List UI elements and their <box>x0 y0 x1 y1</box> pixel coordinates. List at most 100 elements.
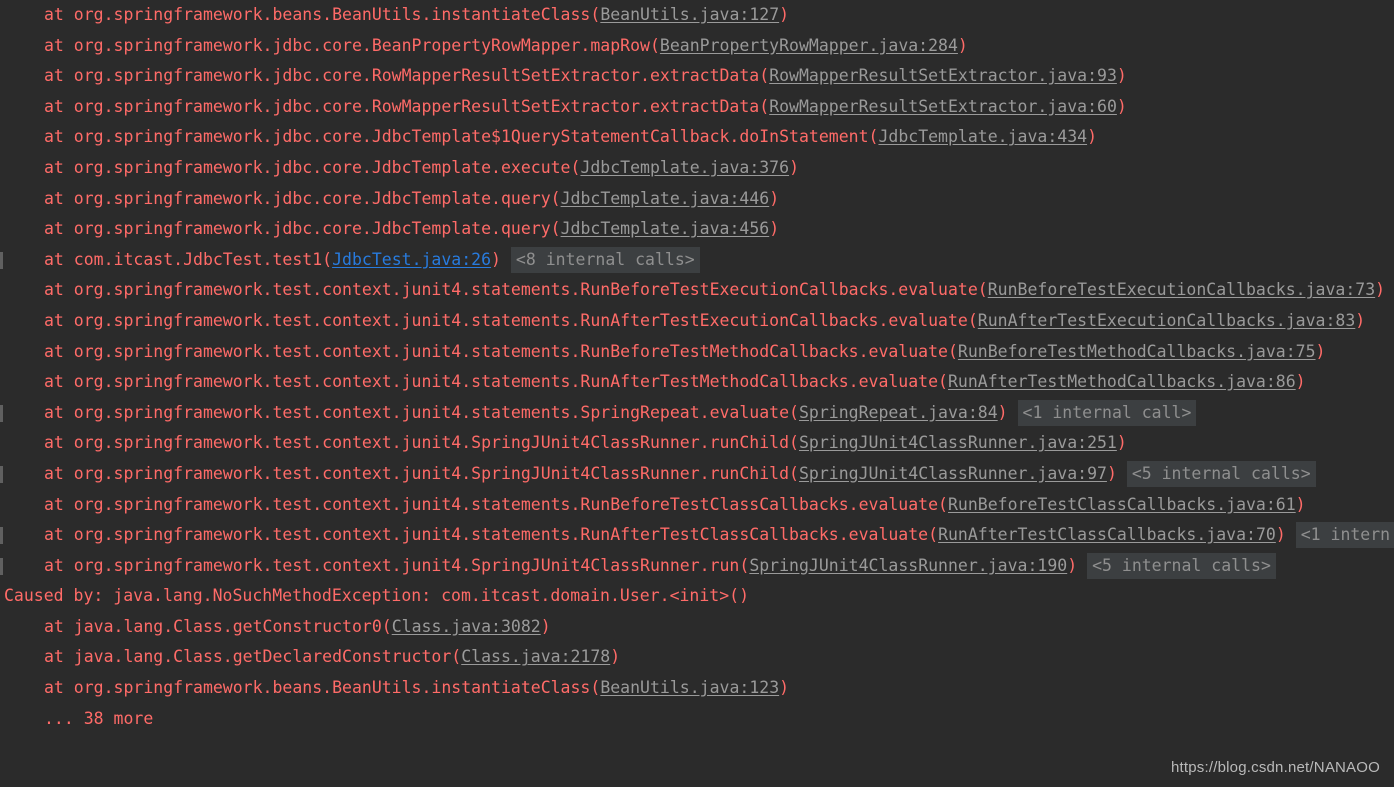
open-paren: ( <box>590 5 601 24</box>
source-file-link[interactable]: SpringJUnit4ClassRunner.java:190 <box>749 556 1067 575</box>
source-file-link[interactable]: Class.java:2178 <box>461 647 610 666</box>
stacktrace-frame-text: at org.springframework.beans.BeanUtils.i… <box>44 678 591 698</box>
source-file-link[interactable]: SpringJUnit4ClassRunner.java:97 <box>799 464 1107 483</box>
open-paren: ( <box>550 188 561 208</box>
open-paren: ( <box>928 525 939 545</box>
source-file-link[interactable]: JdbcTest.java:26 <box>332 250 491 269</box>
stacktrace-frame-text: at java.lang.Class.getConstructor0 <box>44 616 382 636</box>
internal-calls-badge[interactable]: <8 internal calls> <box>510 246 700 273</box>
stacktrace-line: at org.springframework.test.context.juni… <box>0 459 1394 490</box>
stacktrace-line: at org.springframework.jdbc.core.JdbcTem… <box>0 214 1394 245</box>
stacktrace-line: at org.springframework.jdbc.core.RowMapp… <box>0 61 1394 92</box>
close-paren: ) <box>1087 127 1098 147</box>
open-paren: ( <box>967 310 978 330</box>
close-paren: ) <box>1067 555 1078 575</box>
close-paren: ) <box>1275 525 1286 545</box>
stacktrace-line: at org.springframework.test.context.juni… <box>0 337 1394 368</box>
fold-marker-icon[interactable] <box>0 251 3 269</box>
open-paren: ( <box>938 494 948 514</box>
stacktrace-line: at org.springframework.test.context.juni… <box>0 306 1394 337</box>
stacktrace-line: at org.springframework.jdbc.core.BeanPro… <box>0 31 1394 62</box>
open-paren: ( <box>322 249 333 269</box>
stacktrace-console[interactable]: at org.springframework.beans.BeanUtils.i… <box>0 0 1394 787</box>
close-paren: ) <box>957 35 968 55</box>
stacktrace-frame-text: at org.springframework.test.context.juni… <box>44 433 790 453</box>
fold-marker-icon[interactable] <box>0 527 3 545</box>
source-file-link[interactable]: Class.java:3082 <box>392 617 541 636</box>
close-paren: ) <box>1116 96 1127 116</box>
stacktrace-frame-text: at org.springframework.test.context.juni… <box>44 402 790 422</box>
close-paren: ) <box>491 249 501 269</box>
open-paren: ( <box>868 127 879 147</box>
open-paren: ( <box>649 35 660 55</box>
source-file-link[interactable]: JdbcTemplate.java:456 <box>561 219 770 238</box>
stacktrace-frame-text: at com.itcast.JdbcTest.test1 <box>44 249 323 269</box>
source-file-link[interactable]: JdbcTemplate.java:434 <box>878 127 1087 146</box>
stacktrace-line: Caused by: java.lang.NoSuchMethodExcepti… <box>0 581 1394 612</box>
open-paren: ( <box>550 219 561 239</box>
stacktrace-line: at org.springframework.jdbc.core.JdbcTem… <box>0 122 1394 153</box>
stacktrace-frame-text: at org.springframework.test.context.juni… <box>44 280 978 300</box>
open-paren: ( <box>789 463 799 483</box>
stacktrace-line: at java.lang.Class.getConstructor0(Class… <box>0 612 1394 643</box>
close-paren: ) <box>1295 372 1306 392</box>
close-paren: ) <box>769 219 780 239</box>
close-paren: ) <box>789 157 799 177</box>
source-file-link[interactable]: RunBeforeTestExecutionCallbacks.java:73 <box>988 280 1375 299</box>
fold-marker-icon[interactable] <box>0 404 3 422</box>
close-paren: ) <box>779 5 790 24</box>
source-file-link[interactable]: RunAfterTestMethodCallbacks.java:86 <box>948 372 1296 391</box>
source-file-link[interactable]: SpringJUnit4ClassRunner.java:251 <box>799 433 1117 452</box>
stacktrace-frame-text: at org.springframework.test.context.juni… <box>44 463 790 483</box>
source-file-link[interactable]: RowMapperResultSetExtractor.java:60 <box>769 97 1117 116</box>
stacktrace-line: ... 38 more <box>0 704 1394 735</box>
open-paren: ( <box>789 402 799 422</box>
open-paren: ( <box>451 647 462 667</box>
internal-calls-badge[interactable]: <1 internal call> <box>1017 399 1197 426</box>
source-file-link[interactable]: RunBeforeTestClassCallbacks.java:61 <box>948 495 1296 514</box>
close-paren: ) <box>1295 494 1306 514</box>
internal-calls-badge[interactable]: <5 internal calls> <box>1126 460 1316 487</box>
open-paren: ( <box>590 678 601 698</box>
source-file-link[interactable]: RunBeforeTestMethodCallbacks.java:75 <box>958 342 1316 361</box>
stacktrace-line: at org.springframework.jdbc.core.JdbcTem… <box>0 153 1394 184</box>
stacktrace-frame-text: at org.springframework.jdbc.core.JdbcTem… <box>44 157 571 177</box>
internal-calls-badge[interactable]: <1 intern <box>1295 522 1394 549</box>
stacktrace-frame-text: at org.springframework.test.context.juni… <box>44 555 740 575</box>
open-paren: ( <box>381 616 392 636</box>
source-file-link[interactable]: JdbcTemplate.java:446 <box>561 189 770 208</box>
stacktrace-line: at org.springframework.beans.BeanUtils.i… <box>0 673 1394 704</box>
open-paren: ( <box>570 157 581 177</box>
source-file-link[interactable]: BeanPropertyRowMapper.java:284 <box>660 36 958 55</box>
source-file-link[interactable]: BeanUtils.java:123 <box>600 678 779 697</box>
open-paren: ( <box>977 280 988 300</box>
stacktrace-line: at org.springframework.test.context.juni… <box>0 275 1394 306</box>
stacktrace-line: at org.springframework.test.context.juni… <box>0 398 1394 429</box>
source-file-link[interactable]: RunAfterTestClassCallbacks.java:70 <box>938 525 1276 544</box>
source-file-link[interactable]: SpringRepeat.java:84 <box>799 403 998 422</box>
stacktrace-frame-text: at org.springframework.jdbc.core.RowMapp… <box>44 96 760 116</box>
stacktrace-frame-text: at org.springframework.test.context.juni… <box>44 372 939 392</box>
stacktrace-line: at org.springframework.test.context.juni… <box>0 490 1394 521</box>
open-paren: ( <box>789 433 799 453</box>
close-paren: ) <box>1116 433 1127 453</box>
open-paren: ( <box>759 96 770 116</box>
stacktrace-line: at com.itcast.JdbcTest.test1(JdbcTest.ja… <box>0 245 1394 276</box>
fold-marker-icon[interactable] <box>0 465 3 483</box>
source-file-link[interactable]: RunAfterTestExecutionCallbacks.java:83 <box>978 311 1356 330</box>
source-file-link[interactable]: BeanUtils.java:127 <box>600 5 779 24</box>
close-paren: ) <box>997 402 1008 422</box>
close-paren: ) <box>779 678 790 698</box>
stacktrace-frame-text: at java.lang.Class.getDeclaredConstructo… <box>44 647 452 667</box>
source-file-link[interactable]: RowMapperResultSetExtractor.java:93 <box>769 66 1117 85</box>
internal-calls-badge[interactable]: <5 internal calls> <box>1087 552 1276 579</box>
close-paren: ) <box>1106 463 1117 483</box>
stacktrace-frame-text: at org.springframework.jdbc.core.BeanPro… <box>44 35 650 55</box>
stacktrace-frame-text: ... 38 more <box>44 708 154 728</box>
fold-marker-icon[interactable] <box>0 557 3 575</box>
open-paren: ( <box>947 341 958 361</box>
stacktrace-frame-text: at org.springframework.jdbc.core.JdbcTem… <box>44 219 551 239</box>
watermark: https://blog.csdn.net/NANAOO <box>1170 759 1380 776</box>
source-file-link[interactable]: JdbcTemplate.java:376 <box>580 158 789 177</box>
stacktrace-frame-text: at org.springframework.jdbc.core.JdbcTem… <box>44 127 869 147</box>
